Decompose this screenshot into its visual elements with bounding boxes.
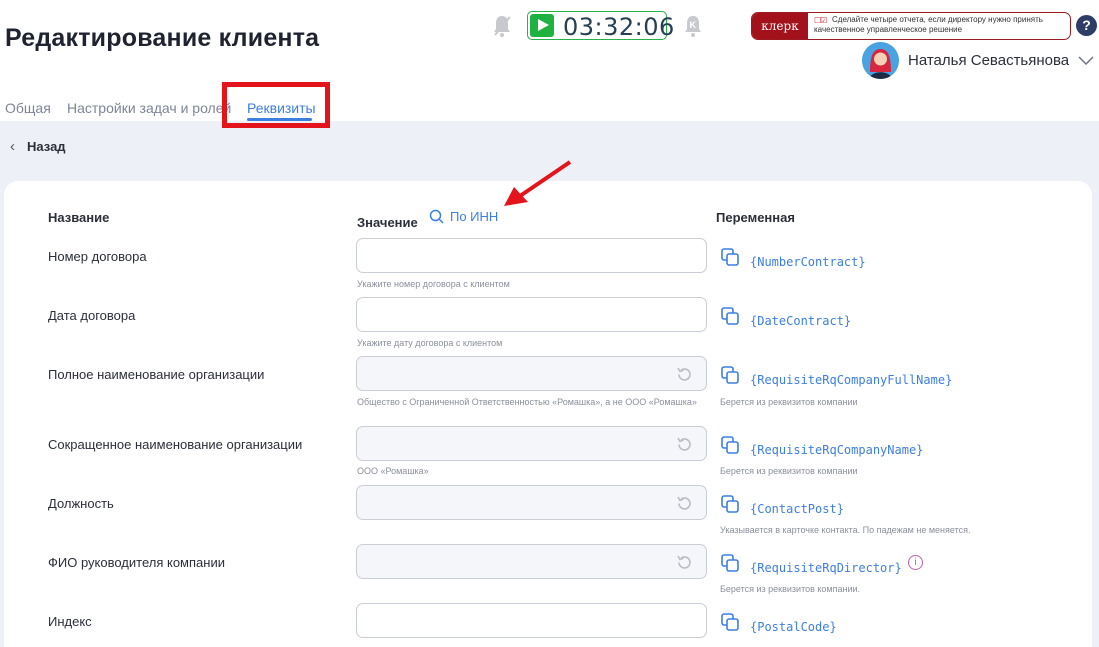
- back-label: Назад: [27, 139, 66, 154]
- copy-icon[interactable]: [721, 248, 740, 267]
- help-icon[interactable]: ?: [1076, 15, 1097, 36]
- annotation-highlight-box: [222, 82, 330, 128]
- reset-icon[interactable]: [675, 435, 694, 454]
- row-label: Индекс: [48, 614, 92, 629]
- svg-text:K: K: [690, 20, 697, 30]
- row-label: Сокращенное наименование организации: [48, 437, 303, 452]
- variable-name: {ContactPost}: [750, 502, 844, 516]
- row-label: ФИО руководителя компании: [48, 555, 225, 570]
- bell-off-icon[interactable]: [492, 14, 512, 38]
- chevron-left-icon: ‹: [10, 138, 15, 155]
- copy-icon[interactable]: [721, 554, 740, 573]
- klerk-logo: клерк: [752, 13, 808, 39]
- row-label: Дата договора: [48, 308, 136, 323]
- copy-icon[interactable]: [721, 495, 740, 514]
- back-button[interactable]: ‹ Назад: [10, 138, 66, 155]
- company-short-name-field[interactable]: [356, 426, 707, 461]
- variable-hint: Указывается в карточке контакта. По паде…: [720, 525, 971, 535]
- tab-general[interactable]: Общая: [5, 100, 51, 116]
- copy-icon[interactable]: [721, 613, 740, 632]
- timer-value: 03:32:06: [563, 13, 675, 41]
- variable-name: {PostalCode}: [750, 620, 837, 634]
- tab-task-settings[interactable]: Настройки задач и ролей: [67, 100, 231, 116]
- search-icon: [429, 209, 444, 224]
- search-by-inn-link[interactable]: По ИНН: [429, 209, 498, 224]
- column-header-variable: Переменная: [716, 210, 795, 225]
- field-hint: Укажите дату договора с клиентом: [357, 338, 503, 348]
- variable-hint: Берется из реквизитов компании: [720, 466, 858, 476]
- avatar[interactable]: [862, 42, 899, 79]
- reset-icon[interactable]: [675, 365, 694, 384]
- variable-name: {RequisiteRqCompanyFullName}: [750, 373, 953, 387]
- chevron-down-icon[interactable]: [1076, 53, 1096, 67]
- row-label: Полное наименование организации: [48, 367, 265, 382]
- variable-hint: Берется из реквизитов компании.: [720, 584, 861, 594]
- column-header-name: Название: [48, 210, 110, 225]
- info-icon[interactable]: i: [908, 555, 923, 570]
- postal-code-input[interactable]: [356, 603, 707, 638]
- page-title: Редактирование клиента: [5, 24, 320, 52]
- date-contract-input[interactable]: [356, 297, 707, 332]
- play-icon[interactable]: [530, 14, 554, 37]
- variable-name: {NumberContract}: [750, 255, 866, 269]
- klerk-banner[interactable]: клерк ☐☑ Сделайте четыре отчета, если ди…: [751, 12, 1071, 40]
- field-hint: ООО «Ромашка»: [357, 466, 429, 476]
- variable-name: {RequisiteRqCompanyName}: [750, 443, 924, 457]
- variable-hint: Берется из реквизитов компании: [720, 397, 858, 407]
- variable-name: {RequisiteRqDirector}: [750, 561, 902, 575]
- company-full-name-field[interactable]: [356, 356, 707, 391]
- director-name-field[interactable]: [356, 544, 707, 579]
- column-header-value: Значение: [357, 215, 418, 230]
- variable-name: {DateContract}: [750, 314, 852, 328]
- banner-text: Сделайте четыре отчета, если директору н…: [814, 15, 1043, 34]
- contact-post-field[interactable]: [356, 485, 707, 520]
- field-hint: Укажите номер договора с клиентом: [357, 279, 510, 289]
- copy-icon[interactable]: [721, 436, 740, 455]
- inn-link-label: По ИНН: [450, 209, 499, 224]
- reset-icon[interactable]: [675, 494, 694, 513]
- annotation-arrow: [504, 160, 572, 206]
- row-label: Номер договора: [48, 249, 147, 264]
- copy-icon[interactable]: [721, 366, 740, 385]
- reset-icon[interactable]: [675, 553, 694, 572]
- top-bar: Редактирование клиента 03:32:06 K клерк …: [0, 0, 1099, 121]
- row-label: Должность: [48, 496, 114, 511]
- k-bell-icon[interactable]: K: [682, 14, 704, 38]
- number-contract-input[interactable]: [356, 238, 707, 273]
- copy-icon[interactable]: [721, 307, 740, 326]
- field-hint: Общество с Ограниченной Ответственностью…: [357, 397, 697, 407]
- user-name[interactable]: Наталья Севастьянова: [908, 52, 1069, 69]
- work-timer[interactable]: 03:32:06: [527, 11, 674, 41]
